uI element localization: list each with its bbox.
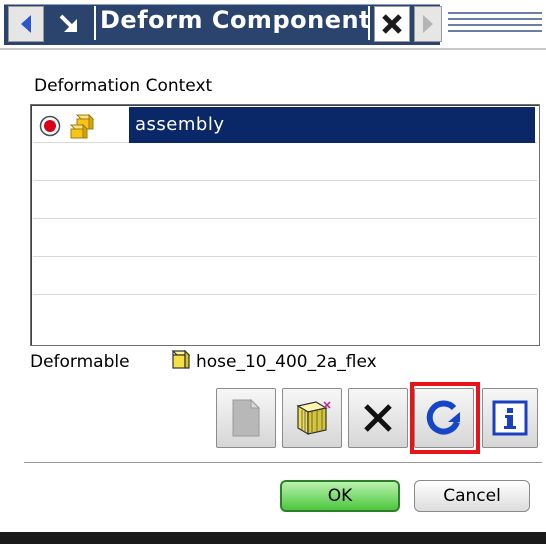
list-item-empty[interactable] [33,219,537,257]
collapse-button[interactable] [50,6,88,42]
title-separator [94,6,96,40]
close-icon [382,14,402,34]
forward-button[interactable] [414,6,442,42]
information-button[interactable] [482,388,538,448]
remove-button[interactable] [348,388,408,448]
info-icon [492,400,528,436]
edit-deformation-button[interactable] [282,388,342,448]
divider-highlight [24,463,542,464]
window-bottom-edge [0,532,546,544]
list-item-empty[interactable] [33,257,537,295]
list-item-empty[interactable] [33,181,537,219]
close-button[interactable] [374,6,410,42]
chevron-right-icon [423,15,433,33]
new-button[interactable] [216,388,276,448]
deformable-label: Deformable [30,352,130,372]
delete-x-icon [364,404,392,432]
ok-button[interactable]: OK [280,480,400,512]
assembly-icon [69,113,95,139]
list-item-assembly[interactable]: assembly [33,105,537,143]
chevron-left-icon [21,15,31,33]
radio-selected-icon[interactable] [39,115,61,137]
blank-page-icon [232,398,261,437]
list-item-empty[interactable] [33,143,537,181]
deform-component-dialog: Deform Component Deformation Context ass… [0,0,546,544]
list-item-label: assembly [135,114,225,135]
highlight-annotation [410,382,480,454]
arrow-down-right-icon [59,14,77,32]
title-bar-border [0,48,546,50]
deformation-context-list[interactable]: assembly [30,104,540,346]
dialog-title: Deform Component [100,6,372,34]
part-icon [171,349,190,369]
list-item-empty[interactable] [33,295,537,333]
back-button[interactable] [8,6,44,42]
title-bar-grip [448,12,542,36]
title-separator-right [368,6,370,40]
cancel-button[interactable]: Cancel [414,480,530,512]
deformable-value: hose_10_400_2a_flex [196,352,377,372]
deform-part-icon [296,401,331,436]
deformation-context-label: Deformation Context [34,76,213,96]
title-bar: Deform Component [0,0,546,50]
